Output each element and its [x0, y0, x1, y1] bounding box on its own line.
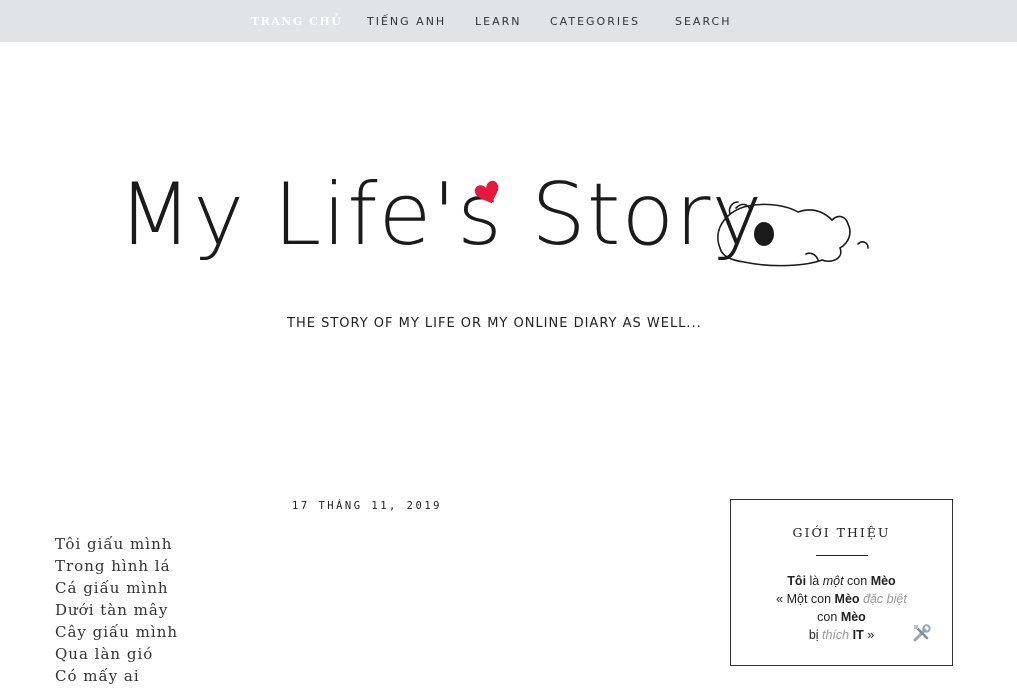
poem-line: Dưới tàn mây [55, 601, 169, 619]
about-text: một [822, 574, 844, 588]
about-text: Mèo [834, 592, 860, 606]
poem-line: Tôi giấu mình [55, 535, 173, 553]
blog-logo[interactable]: My Life's Story [118, 148, 888, 298]
about-text: con [817, 610, 841, 624]
nav-home[interactable]: TRANG CHỦ [251, 15, 342, 28]
widget-title: GIỚI THIỆU [792, 525, 891, 540]
tools-icon[interactable] [911, 622, 933, 644]
poem-line: Qua làn gió [55, 645, 154, 663]
nav-categories[interactable]: CATEGORIES [550, 15, 640, 28]
poem-line: Trong hình lá [55, 557, 171, 575]
nav-learn[interactable]: LEARN [475, 15, 521, 28]
about-text: » [863, 628, 875, 642]
widget-divider [816, 555, 868, 556]
about-text: « Một con [776, 592, 835, 606]
about-text: là [806, 574, 823, 588]
about-text: IT [852, 628, 864, 642]
logo-text: My Life's Story [118, 165, 763, 265]
post-body: Tôi giấu mình Trong hình lá Cá giấu mình… [55, 533, 178, 687]
poem-line: Cá giấu mình [55, 579, 169, 597]
blog-tagline: THE STORY OF MY LIFE OR MY ONLINE DIARY … [287, 316, 702, 331]
top-nav-bar: TRANG CHỦ TIẾNG ANH LEARN CATEGORIES SEA… [0, 0, 1017, 42]
about-widget: GIỚI THIỆU Tôi là một con Mèo « Một con … [730, 499, 953, 666]
about-line: Tôi là một con Mèo [731, 572, 952, 590]
poem-line: Có mấy ai [55, 667, 140, 685]
post-date: 17 THÁNG 11, 2019 [292, 500, 442, 512]
about-line: « Một con Mèo đặc biệt [731, 590, 952, 608]
about-text: đặc biệt [863, 592, 907, 606]
about-text: con [843, 574, 871, 588]
about-text: Mèo [840, 610, 866, 624]
about-text: Mèo [870, 574, 896, 588]
about-text: Tôi [787, 574, 807, 588]
nav-english[interactable]: TIẾNG ANH [367, 15, 446, 28]
cat-eye-patch [754, 222, 774, 246]
poem-line: Cây giấu mình [55, 623, 179, 641]
about-text: thích [822, 628, 850, 642]
about-text: bị [808, 628, 823, 642]
nav-search[interactable]: SEARCH [675, 15, 732, 28]
